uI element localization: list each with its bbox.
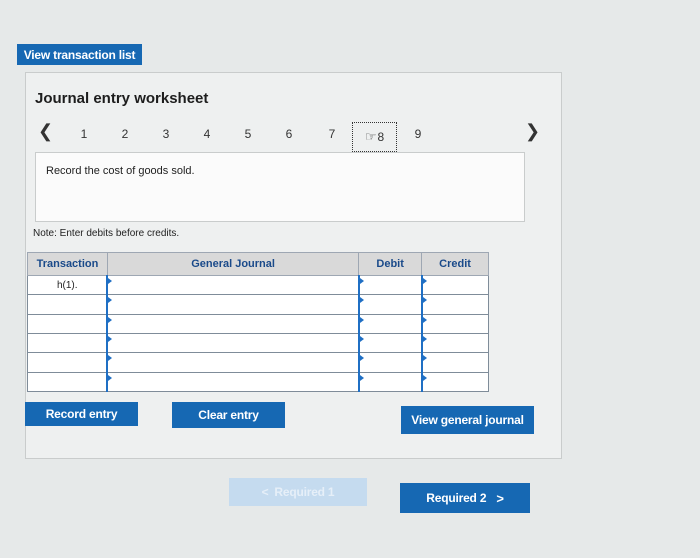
account-input[interactable] — [106, 313, 360, 334]
clear-entry-button[interactable]: Clear entry — [172, 402, 285, 428]
note-text: Note: Enter debits before credits. — [33, 228, 180, 239]
table-row: h(1). — [27, 274, 489, 296]
view-general-journal-button[interactable]: View general journal — [401, 406, 534, 434]
table-row — [27, 294, 489, 315]
header-transaction: Transaction — [27, 252, 108, 276]
chevron-left-icon[interactable]: ❮ — [38, 121, 53, 142]
chevron-left-icon: < — [261, 485, 269, 499]
required-2-label: Required 2 — [426, 491, 487, 505]
step-8-label: 8 — [377, 130, 385, 144]
step-8-current[interactable]: ☞ 8 — [352, 122, 397, 152]
header-general-journal: General Journal — [106, 252, 360, 276]
table-row — [27, 371, 489, 393]
credit-input[interactable] — [420, 313, 489, 334]
debit-input[interactable] — [357, 313, 423, 334]
instruction-text: Record the cost of goods sold. — [46, 165, 195, 177]
debit-input[interactable] — [357, 332, 423, 354]
credit-input[interactable] — [420, 371, 489, 393]
step-3[interactable]: 3 — [159, 127, 173, 141]
account-input[interactable] — [106, 294, 360, 315]
required-1-button[interactable]: < Required 1 — [229, 478, 367, 506]
step-9[interactable]: 9 — [411, 127, 425, 141]
account-input[interactable] — [106, 352, 360, 373]
account-input[interactable] — [106, 274, 360, 296]
table-row — [27, 313, 489, 334]
table-row — [27, 352, 489, 373]
transaction-cell — [27, 352, 108, 373]
debit-input[interactable] — [357, 294, 423, 315]
transaction-cell — [27, 332, 108, 354]
step-5[interactable]: 5 — [241, 127, 255, 141]
view-transaction-list-button[interactable]: View transaction list — [17, 44, 142, 65]
chevron-right-icon: > — [496, 490, 504, 506]
step-7[interactable]: 7 — [325, 127, 339, 141]
account-input[interactable] — [106, 371, 360, 393]
transaction-cell — [27, 294, 108, 315]
step-4[interactable]: 4 — [200, 127, 214, 141]
debit-input[interactable] — [357, 352, 423, 373]
table-row — [27, 332, 489, 354]
worksheet-title: Journal entry worksheet — [35, 90, 209, 107]
step-1[interactable]: 1 — [77, 127, 91, 141]
debit-input[interactable] — [357, 274, 423, 296]
required-2-button[interactable]: Required 2 > — [400, 483, 530, 513]
transaction-cell: h(1). — [27, 274, 108, 296]
record-entry-button[interactable]: Record entry — [25, 402, 138, 426]
credit-input[interactable] — [420, 332, 489, 354]
credit-input[interactable] — [420, 294, 489, 315]
required-1-label: Required 1 — [274, 485, 335, 499]
step-2[interactable]: 2 — [118, 127, 132, 141]
credit-input[interactable] — [420, 274, 489, 296]
transaction-cell — [27, 313, 108, 334]
instruction-box: Record the cost of goods sold. — [35, 152, 525, 222]
pointer-hand-icon: ☞ — [364, 129, 377, 144]
transaction-cell — [27, 371, 108, 393]
chevron-right-icon[interactable]: ❯ — [525, 121, 540, 142]
account-input[interactable] — [106, 332, 360, 354]
journal-table: Transaction General Journal Debit Credit… — [27, 252, 489, 393]
step-6[interactable]: 6 — [282, 127, 296, 141]
header-debit: Debit — [358, 252, 423, 276]
credit-input[interactable] — [420, 352, 489, 373]
debit-input[interactable] — [357, 371, 423, 393]
header-credit: Credit — [421, 252, 489, 276]
